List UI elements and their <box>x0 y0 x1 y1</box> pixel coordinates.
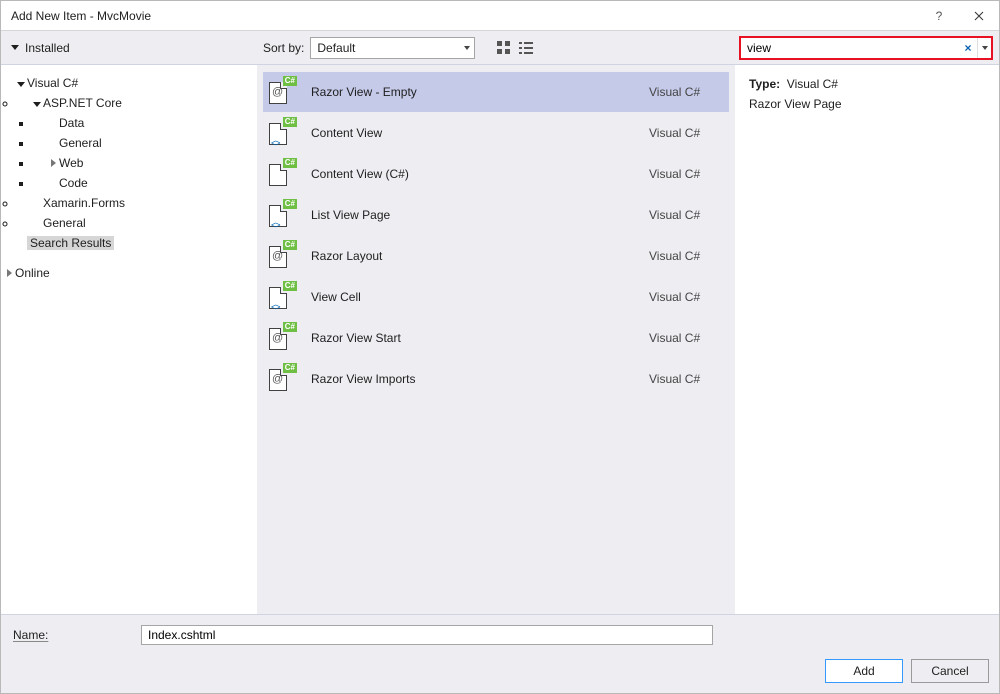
template-language: Visual C# <box>649 208 729 222</box>
tree-node-label: Online <box>15 266 50 280</box>
tree-node-web[interactable]: Web <box>33 153 257 173</box>
template-item[interactable]: C# Content View (C#)Visual C# <box>263 154 729 194</box>
template-icon: C#@ <box>269 365 295 393</box>
category-tree: Visual C# ASP.NET Core Data General <box>1 65 257 614</box>
toolbar: Installed Sort by: Default <box>1 31 999 65</box>
template-item[interactable]: C#@ Razor LayoutVisual C# <box>263 236 729 276</box>
dialog-body: Visual C# ASP.NET Core Data General <box>1 65 999 615</box>
template-item[interactable]: C#@ Razor View - EmptyVisual C# <box>263 72 729 112</box>
template-item[interactable]: C#@ Razor View ImportsVisual C# <box>263 359 729 399</box>
template-name: Razor View Imports <box>311 372 649 386</box>
template-icon: C# <box>269 160 295 188</box>
template-name: Content View <box>311 126 649 140</box>
info-type-label: Type: <box>749 77 780 91</box>
add-button-label: Add <box>853 664 874 678</box>
chevron-down-icon <box>464 46 470 50</box>
template-name: View Cell <box>311 290 649 304</box>
name-label: Name: <box>13 628 129 642</box>
info-type-value: Visual C# <box>787 77 838 91</box>
template-item[interactable]: C#<> Content ViewVisual C# <box>263 113 729 153</box>
chevron-right-icon <box>3 266 15 280</box>
tree-node-label: General <box>59 136 102 150</box>
view-tiles-button[interactable] <box>493 37 515 59</box>
name-input[interactable] <box>141 625 713 645</box>
help-button[interactable]: ? <box>919 1 959 31</box>
template-icon: C#@ <box>269 242 295 270</box>
close-button[interactable] <box>959 1 999 31</box>
template-item[interactable]: C#@ Razor View StartVisual C# <box>263 318 729 358</box>
add-button[interactable]: Add <box>825 659 903 683</box>
template-language: Visual C# <box>649 126 729 140</box>
tree-node-aspnet-core[interactable]: ASP.NET Core <box>17 93 257 113</box>
category-header[interactable]: Installed <box>1 31 257 64</box>
tree-node-online[interactable]: Online <box>1 263 257 283</box>
tree-node-label: Code <box>59 176 88 190</box>
template-item[interactable]: C#<> List View PageVisual C# <box>263 195 729 235</box>
tree-node-label: Visual C# <box>27 76 78 90</box>
template-language: Visual C# <box>649 249 729 263</box>
list-icon <box>519 41 533 55</box>
template-language: Visual C# <box>649 331 729 345</box>
dialog-titlebar: Add New Item - MvcMovie ? <box>1 1 999 31</box>
search-input[interactable] <box>747 41 959 55</box>
tree-node-label: Xamarin.Forms <box>43 196 125 210</box>
template-name: Razor View - Empty <box>311 85 649 99</box>
tree-node-label: General <box>43 216 86 230</box>
template-item[interactable]: C#<> View CellVisual C# <box>263 277 729 317</box>
template-name: Content View (C#) <box>311 167 649 181</box>
tree-node-label: Data <box>59 116 84 130</box>
template-name: List View Page <box>311 208 649 222</box>
template-language: Visual C# <box>649 290 729 304</box>
tree-node-visual-csharp[interactable]: Visual C# <box>1 73 257 93</box>
template-language: Visual C# <box>649 372 729 386</box>
template-icon: C#<> <box>269 201 295 229</box>
cancel-button-label: Cancel <box>931 664 968 678</box>
tree-node-search-results[interactable]: Search Results <box>1 233 257 253</box>
template-icon: C#<> <box>269 283 295 311</box>
template-list: C#@Razor View - EmptyVisual C#C#<>Conten… <box>257 65 735 614</box>
sort-select[interactable]: Default <box>310 37 475 59</box>
tree-node-data[interactable]: Data <box>33 113 257 133</box>
search-input-container: × <box>739 36 993 60</box>
template-language: Visual C# <box>649 85 729 99</box>
tree-node-code[interactable]: Code <box>33 173 257 193</box>
dialog-title: Add New Item - MvcMovie <box>11 9 151 23</box>
template-icon: C#@ <box>269 324 295 352</box>
tree-node-xamarin[interactable]: Xamarin.Forms <box>17 193 257 213</box>
close-icon <box>974 11 984 21</box>
template-name: Razor View Start <box>311 331 649 345</box>
tiles-icon <box>497 41 511 55</box>
template-language: Visual C# <box>649 167 729 181</box>
tree-node-general-2[interactable]: General <box>17 213 257 233</box>
cancel-button[interactable]: Cancel <box>911 659 989 683</box>
tree-node-label: Web <box>59 156 83 170</box>
chevron-down-icon <box>15 76 27 90</box>
template-icon: C#<> <box>269 119 295 147</box>
category-root-label: Installed <box>25 41 70 55</box>
tree-node-general[interactable]: General <box>33 133 257 153</box>
template-info: Type: Visual C# Razor View Page <box>735 65 999 614</box>
tree-node-label: ASP.NET Core <box>43 96 122 110</box>
tree-node-label: Search Results <box>27 236 114 250</box>
template-icon: C#@ <box>269 78 295 106</box>
chevron-down-icon <box>31 96 43 110</box>
chevron-down-icon <box>11 45 19 50</box>
sort-select-value: Default <box>317 41 355 55</box>
template-name: Razor Layout <box>311 249 649 263</box>
search-dropdown-button[interactable] <box>977 38 991 58</box>
view-list-button[interactable] <box>515 37 537 59</box>
dialog-footer: Name: Add Cancel <box>1 615 999 693</box>
sort-label: Sort by: <box>263 41 304 55</box>
chevron-down-icon <box>982 46 988 50</box>
search-clear-button[interactable]: × <box>959 41 977 55</box>
chevron-right-icon <box>47 156 59 170</box>
info-description: Razor View Page <box>749 97 985 111</box>
